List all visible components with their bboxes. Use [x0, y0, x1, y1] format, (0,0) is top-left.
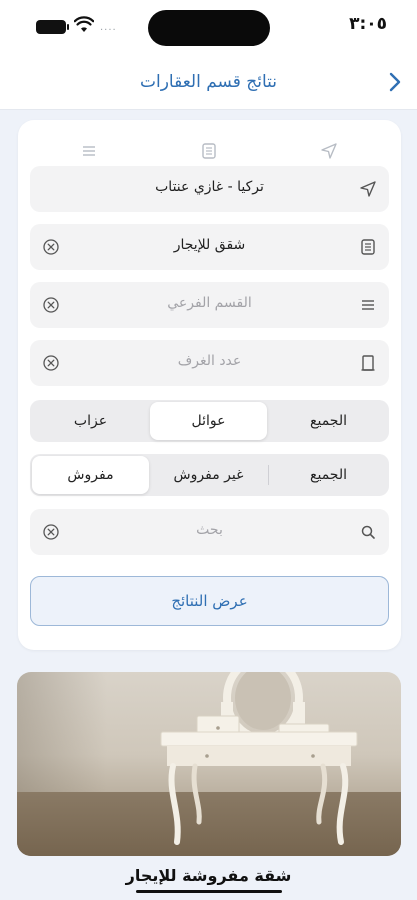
furnish-segmented-control: الجميع غير مفروش مفروش [30, 454, 389, 496]
status-bar: .... ٣:٠٥ [0, 0, 417, 56]
family-option-all[interactable]: الجميع [270, 402, 387, 440]
rooms-placeholder: عدد الغرف [177, 353, 242, 369]
filter-card: تركيا - غازي عنتاب شقق للإيجار القسم الف… [18, 120, 401, 650]
location-value: تركيا - غازي عنتاب [155, 179, 264, 195]
clear-category-icon[interactable] [42, 238, 60, 256]
clear-search-icon[interactable] [42, 523, 60, 541]
search-icon [361, 525, 375, 539]
battery-icon [36, 20, 69, 34]
family-segmented-control: الجميع عوائل عزاب [30, 400, 389, 442]
location-field[interactable]: تركيا - غازي عنتاب [30, 166, 389, 212]
subcategory-placeholder: القسم الفرعي [167, 295, 252, 311]
segment-divider [268, 465, 269, 485]
family-option-families[interactable]: عوائل [150, 402, 267, 440]
listing-photo [160, 672, 358, 845]
location-arrow-icon[interactable] [320, 142, 338, 160]
show-results-button[interactable]: عرض النتائج [30, 576, 389, 626]
chevron-right-icon[interactable] [385, 70, 405, 94]
door-icon [361, 355, 375, 371]
wifi-icon [74, 16, 94, 32]
page-title: نتائج قسم العقارات [140, 72, 277, 92]
clear-rooms-icon[interactable] [42, 354, 60, 372]
status-time: ٣:٠٥ [349, 14, 387, 34]
family-option-singles[interactable]: عزاب [32, 402, 149, 440]
menu-lines-icon[interactable] [80, 142, 98, 160]
menu-lines-icon [362, 300, 374, 310]
search-placeholder: بحث [196, 522, 223, 538]
category-value: شقق للإيجار [173, 237, 246, 253]
category-field[interactable]: شقق للإيجار [30, 224, 389, 270]
listing-card[interactable] [17, 672, 401, 856]
listing-title[interactable]: شقة مفروشة للإيجار [0, 866, 417, 885]
furnish-option-all[interactable]: الجميع [270, 456, 387, 494]
subcategory-field[interactable]: القسم الفرعي [30, 282, 389, 328]
list-document-icon [361, 239, 375, 255]
furnish-option-furnished[interactable]: مفروش [32, 456, 149, 494]
rooms-field[interactable]: عدد الغرف [30, 340, 389, 386]
filter-shortcuts [18, 120, 401, 160]
dynamic-island [148, 10, 270, 46]
furnish-option-unfurnished[interactable]: غير مفروش [150, 456, 267, 494]
title-underline [136, 890, 282, 893]
location-arrow-icon [360, 181, 376, 197]
clear-subcategory-icon[interactable] [42, 296, 60, 314]
nav-bar: نتائج قسم العقارات [0, 56, 417, 110]
list-document-icon[interactable] [200, 142, 218, 160]
search-field[interactable]: بحث [30, 509, 389, 555]
cellular-signal: .... [100, 22, 117, 33]
